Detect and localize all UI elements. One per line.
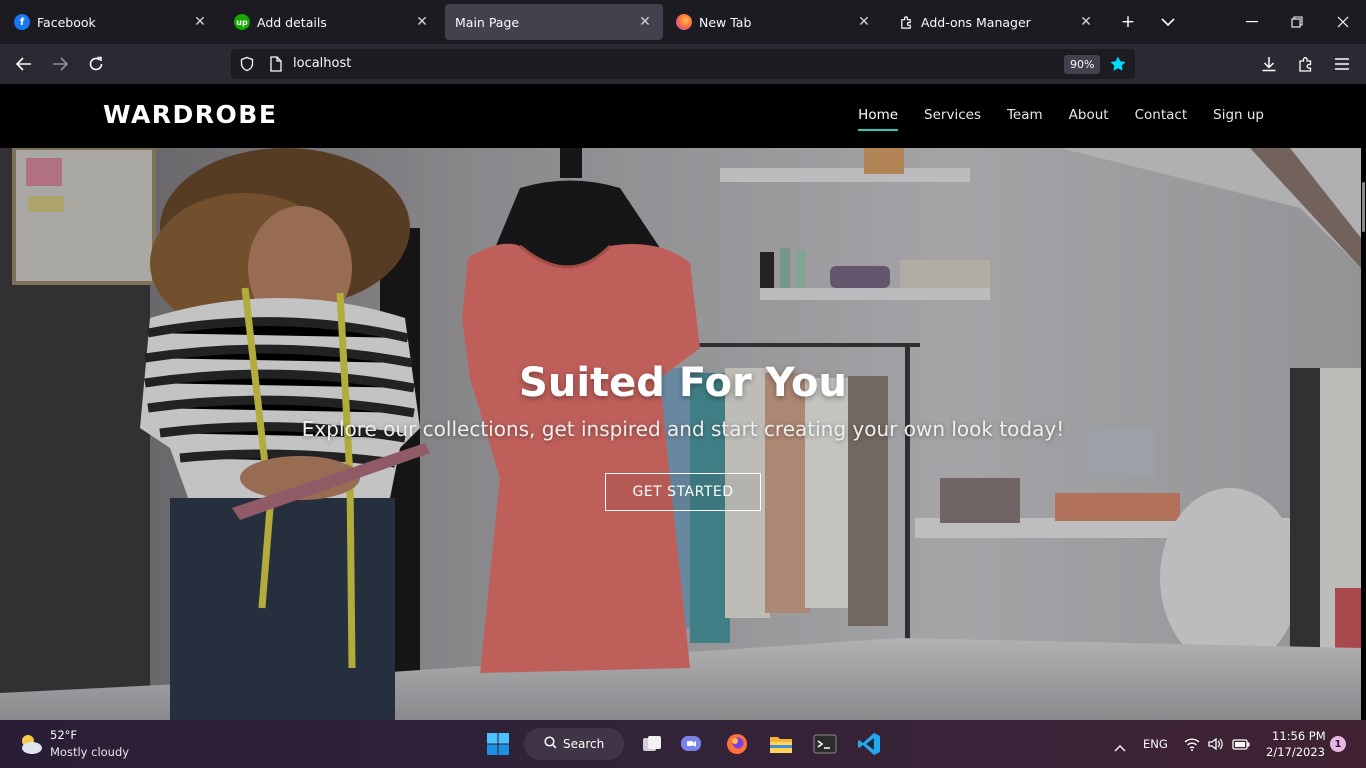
nav-services[interactable]: Services (924, 107, 981, 131)
reload-icon[interactable] (84, 52, 108, 76)
battery-icon[interactable] (1232, 736, 1250, 755)
tab-title: Add details (257, 14, 327, 30)
tab-facebook[interactable]: f Facebook ✕ (4, 4, 218, 40)
zoom-level[interactable]: 90% (1064, 55, 1101, 74)
close-tab-icon[interactable]: ✕ (414, 14, 430, 30)
extensions-icon[interactable] (1294, 52, 1318, 76)
restore-window-icon[interactable] (1285, 10, 1309, 34)
close-tab-icon[interactable]: ✕ (637, 14, 653, 30)
new-tab-icon[interactable]: + (1116, 10, 1140, 34)
file-explorer-icon[interactable] (767, 730, 795, 758)
forward-arrow-icon[interactable] (48, 52, 72, 76)
hamburger-menu-icon[interactable] (1330, 52, 1354, 76)
clock-time[interactable]: 11:56 PM (1272, 729, 1326, 743)
tab-main-page[interactable]: Main Page ✕ (445, 4, 663, 40)
teams-chat-icon[interactable] (677, 730, 705, 758)
wifi-icon[interactable] (1184, 736, 1200, 755)
volume-icon[interactable] (1208, 736, 1224, 755)
hero-title: Suited For You (519, 360, 847, 406)
close-tab-icon[interactable]: ✕ (192, 14, 208, 30)
address-bar[interactable]: localhost 90% (231, 49, 1135, 79)
language-indicator[interactable]: ENG (1143, 737, 1168, 751)
task-view-icon[interactable] (638, 730, 666, 758)
windows-start-icon[interactable] (484, 730, 512, 758)
firefox-taskbar-icon[interactable] (723, 730, 751, 758)
notification-badge[interactable]: 1 (1330, 736, 1346, 752)
hero-subtitle: Explore our collections, get inspired an… (301, 417, 1065, 441)
nav-contact[interactable]: Contact (1135, 107, 1188, 131)
close-window-icon[interactable] (1331, 10, 1355, 34)
weather-temperature[interactable]: 52°F (50, 728, 77, 742)
url-text: localhost (293, 56, 352, 71)
upwork-icon: up (234, 14, 250, 30)
firefox-icon (676, 14, 692, 30)
site-logo[interactable]: WARDROBE (103, 100, 277, 129)
weather-cloud-icon[interactable] (16, 732, 44, 760)
tab-addons-manager[interactable]: Add-ons Manager ✕ (888, 4, 1104, 40)
close-tab-icon[interactable]: ✕ (856, 14, 872, 30)
nav-home[interactable]: Home (858, 107, 899, 131)
vscode-icon[interactable] (855, 730, 883, 758)
page-icon (269, 56, 283, 76)
site-nav: Home Services Team About Contact Sign up (858, 107, 1264, 131)
page-scrollbar[interactable] (1361, 84, 1366, 720)
bookmark-star-icon[interactable] (1109, 55, 1127, 77)
tab-title: Facebook (37, 14, 96, 30)
close-tab-icon[interactable]: ✕ (1078, 14, 1094, 30)
browser-toolbar: localhost 90% (0, 44, 1366, 84)
terminal-icon[interactable] (811, 730, 839, 758)
back-arrow-icon[interactable] (12, 52, 36, 76)
windows-taskbar: 52°F Mostly cloudy Search ENG 11:56 PM 2… (0, 720, 1366, 768)
weather-description[interactable]: Mostly cloudy (50, 745, 129, 759)
clock-date[interactable]: 2/17/2023 (1266, 745, 1325, 759)
show-hidden-icons-icon[interactable] (1114, 737, 1126, 756)
nav-about[interactable]: About (1069, 107, 1109, 131)
taskbar-search[interactable]: Search (524, 728, 624, 760)
list-tabs-icon[interactable] (1156, 10, 1180, 34)
nav-sign-up[interactable]: Sign up (1213, 107, 1264, 131)
tab-add-details[interactable]: up Add details ✕ (224, 4, 440, 40)
site-header: WARDROBE Home Services Team About Contac… (0, 84, 1366, 148)
minimize-window-icon[interactable] (1240, 10, 1264, 34)
facebook-icon: f (14, 14, 30, 30)
get-started-button[interactable]: GET STARTED (605, 473, 761, 511)
tab-title: New Tab (699, 14, 752, 30)
shield-icon[interactable] (239, 56, 255, 76)
hero-section: Suited For You Explore our collections, … (0, 148, 1361, 720)
tab-new-tab[interactable]: New Tab ✕ (666, 4, 882, 40)
tab-title: Main Page (455, 14, 520, 30)
browser-tab-bar: f Facebook ✕ up Add details ✕ Main Page … (0, 0, 1366, 44)
search-label: Search (563, 737, 605, 751)
scrollbar-thumb[interactable] (1362, 182, 1365, 232)
downloads-icon[interactable] (1257, 52, 1281, 76)
nav-team[interactable]: Team (1007, 107, 1043, 131)
puzzle-icon (898, 14, 914, 30)
search-icon (544, 736, 557, 752)
tab-title: Add-ons Manager (921, 14, 1031, 30)
